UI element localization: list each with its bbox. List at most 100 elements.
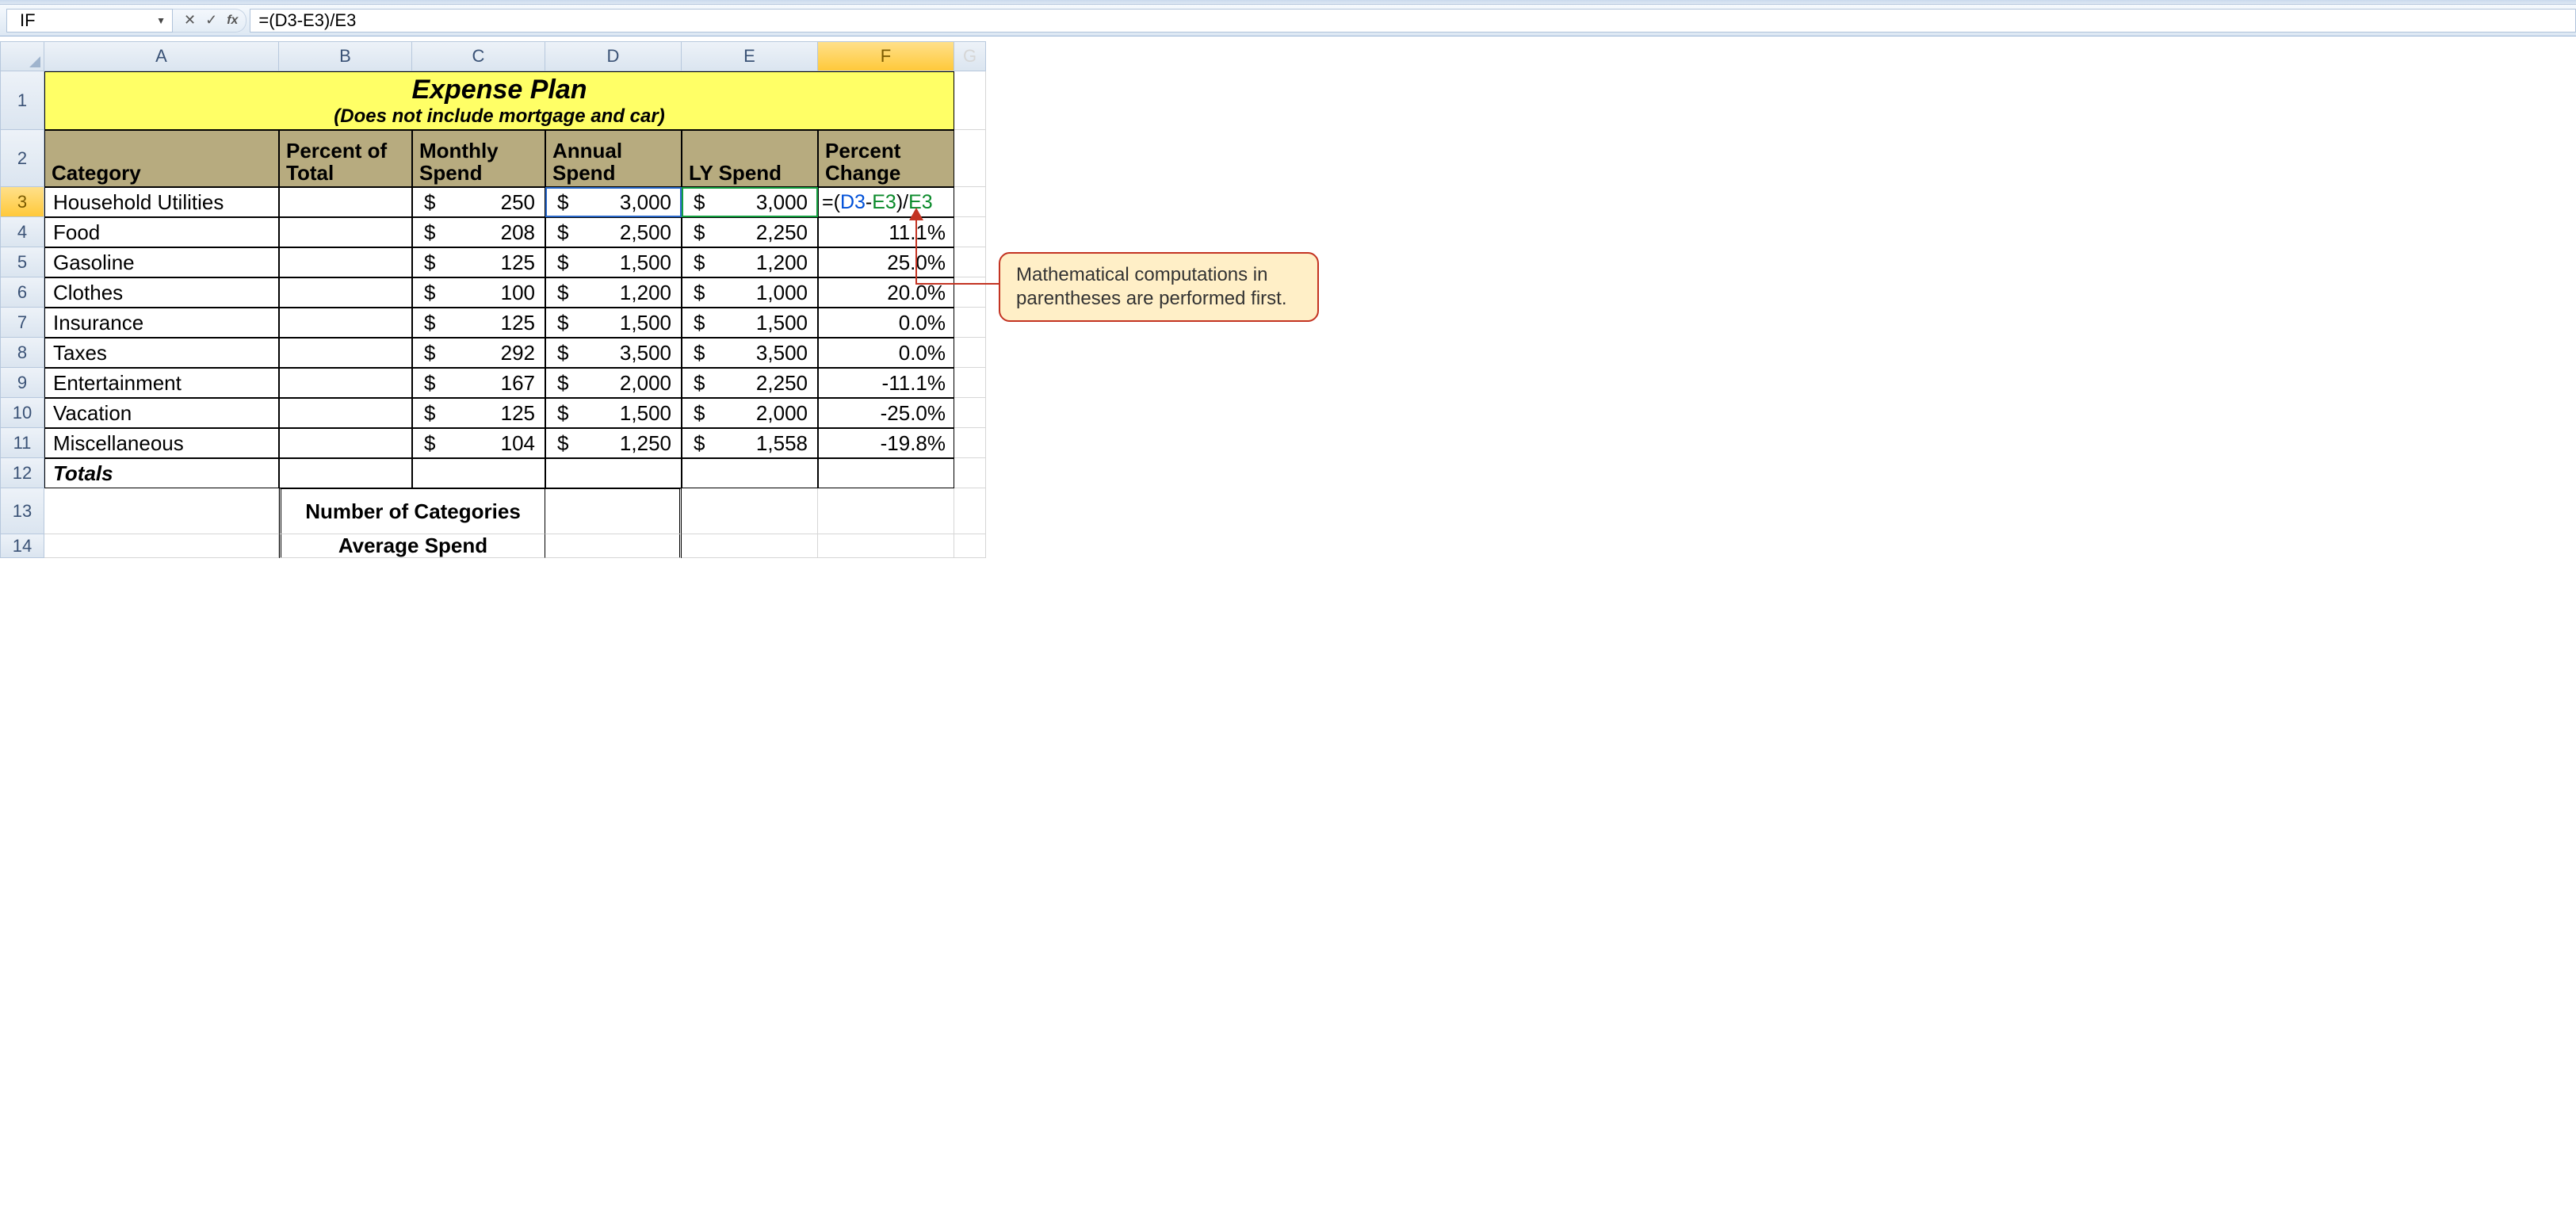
cell-A7[interactable]: Insurance (44, 308, 279, 338)
header-annual-spend[interactable]: Annual Spend (545, 130, 682, 187)
row-header-14[interactable]: 14 (0, 534, 44, 558)
col-header-B[interactable]: B (279, 41, 412, 71)
fx-icon[interactable]: fx (227, 13, 238, 28)
cell-A11[interactable]: Miscellaneous (44, 428, 279, 458)
row-header-12[interactable]: 12 (0, 458, 44, 488)
formula-input[interactable]: =(D3-E3)/E3 (250, 9, 2576, 33)
title-cell[interactable]: Expense Plan (Does not include mortgage … (44, 71, 954, 130)
col-header-F[interactable]: F (818, 41, 954, 71)
cell-A3[interactable]: Household Utilities (44, 187, 279, 217)
header-percent-change[interactable]: Percent Change (818, 130, 954, 187)
cell-F11[interactable]: -19.8% (818, 428, 954, 458)
cell-C9[interactable]: $167 (412, 368, 545, 398)
cell-D4[interactable]: $2,500 (545, 217, 682, 247)
header-category[interactable]: Category (44, 130, 279, 187)
name-box[interactable]: IF ▼ (6, 9, 173, 33)
cell-E7[interactable]: $1,500 (682, 308, 818, 338)
cell-B9[interactable] (279, 368, 412, 398)
average-spend-cell[interactable]: Average Spend (279, 534, 545, 558)
row-header-5[interactable]: 5 (0, 247, 44, 277)
cell-E10[interactable]: $2,000 (682, 398, 818, 428)
cell-G7[interactable] (954, 308, 986, 338)
cell-D10[interactable]: $1,500 (545, 398, 682, 428)
cell-B10[interactable] (279, 398, 412, 428)
cell-B4[interactable] (279, 217, 412, 247)
cell-C12[interactable] (412, 458, 545, 488)
cell-F8[interactable]: 0.0% (818, 338, 954, 368)
cell-C5[interactable]: $125 (412, 247, 545, 277)
cell-G3[interactable] (954, 187, 986, 217)
cell-A9[interactable]: Entertainment (44, 368, 279, 398)
row-header-3[interactable]: 3 (0, 187, 44, 217)
cell-B7[interactable] (279, 308, 412, 338)
cell-F7[interactable]: 0.0% (818, 308, 954, 338)
cell-D13[interactable] (545, 488, 682, 534)
cell-A5[interactable]: Gasoline (44, 247, 279, 277)
cell-F9[interactable]: -11.1% (818, 368, 954, 398)
cell-B12[interactable] (279, 458, 412, 488)
cell-B8[interactable] (279, 338, 412, 368)
cell-C10[interactable]: $125 (412, 398, 545, 428)
col-header-A[interactable]: A (44, 41, 279, 71)
cell-E6[interactable]: $1,000 (682, 277, 818, 308)
cell-A14[interactable] (44, 534, 279, 558)
cell-G5[interactable] (954, 247, 986, 277)
cell-E13[interactable] (682, 488, 818, 534)
cell-F10[interactable]: -25.0% (818, 398, 954, 428)
cell-F13[interactable] (818, 488, 954, 534)
cell-E12[interactable] (682, 458, 818, 488)
row-header-13[interactable]: 13 (0, 488, 44, 534)
cell-G2[interactable] (954, 130, 986, 187)
totals-label-cell[interactable]: Totals (44, 458, 279, 488)
cell-G11[interactable] (954, 428, 986, 458)
cell-D7[interactable]: $1,500 (545, 308, 682, 338)
cell-A8[interactable]: Taxes (44, 338, 279, 368)
cell-A13[interactable] (44, 488, 279, 534)
cell-F4[interactable]: 11.1% (818, 217, 954, 247)
cell-C11[interactable]: $104 (412, 428, 545, 458)
cell-D8[interactable]: $3,500 (545, 338, 682, 368)
row-header-1[interactable]: 1 (0, 71, 44, 130)
cell-C4[interactable]: $208 (412, 217, 545, 247)
cell-G6[interactable] (954, 277, 986, 308)
cell-B6[interactable] (279, 277, 412, 308)
cell-G10[interactable] (954, 398, 986, 428)
cell-E5[interactable]: $1,200 (682, 247, 818, 277)
row-header-8[interactable]: 8 (0, 338, 44, 368)
row-header-7[interactable]: 7 (0, 308, 44, 338)
cell-C7[interactable]: $125 (412, 308, 545, 338)
row-header-4[interactable]: 4 (0, 217, 44, 247)
cell-D12[interactable] (545, 458, 682, 488)
cell-A6[interactable]: Clothes (44, 277, 279, 308)
cell-D5[interactable]: $1,500 (545, 247, 682, 277)
cell-G8[interactable] (954, 338, 986, 368)
header-percent-total[interactable]: Percent of Total (279, 130, 412, 187)
cell-F3-editing[interactable]: =(D3-E3)/E3 (818, 187, 954, 217)
cell-G13[interactable] (954, 488, 986, 534)
enter-icon[interactable]: ✓ (205, 12, 217, 29)
cell-A4[interactable]: Food (44, 217, 279, 247)
cell-C6[interactable]: $100 (412, 277, 545, 308)
cell-D6[interactable]: $1,200 (545, 277, 682, 308)
cell-G14[interactable] (954, 534, 986, 558)
cell-F14[interactable] (818, 534, 954, 558)
cell-C3[interactable]: $250 (412, 187, 545, 217)
cell-E14[interactable] (682, 534, 818, 558)
name-box-dropdown-icon[interactable]: ▼ (156, 15, 166, 26)
row-header-11[interactable]: 11 (0, 428, 44, 458)
header-monthly-spend[interactable]: Monthly Spend (412, 130, 545, 187)
cell-D11[interactable]: $1,250 (545, 428, 682, 458)
cell-B3[interactable] (279, 187, 412, 217)
cell-E8[interactable]: $3,500 (682, 338, 818, 368)
cell-G9[interactable] (954, 368, 986, 398)
cell-E11[interactable]: $1,558 (682, 428, 818, 458)
cell-D3[interactable]: $3,000 (545, 187, 682, 217)
cell-G12[interactable] (954, 458, 986, 488)
cell-D14[interactable] (545, 534, 682, 558)
cell-F6[interactable]: 20.0% (818, 277, 954, 308)
cell-A10[interactable]: Vacation (44, 398, 279, 428)
col-header-C[interactable]: C (412, 41, 545, 71)
cancel-icon[interactable]: ✕ (184, 12, 196, 29)
col-header-E[interactable]: E (682, 41, 818, 71)
cell-E9[interactable]: $2,250 (682, 368, 818, 398)
